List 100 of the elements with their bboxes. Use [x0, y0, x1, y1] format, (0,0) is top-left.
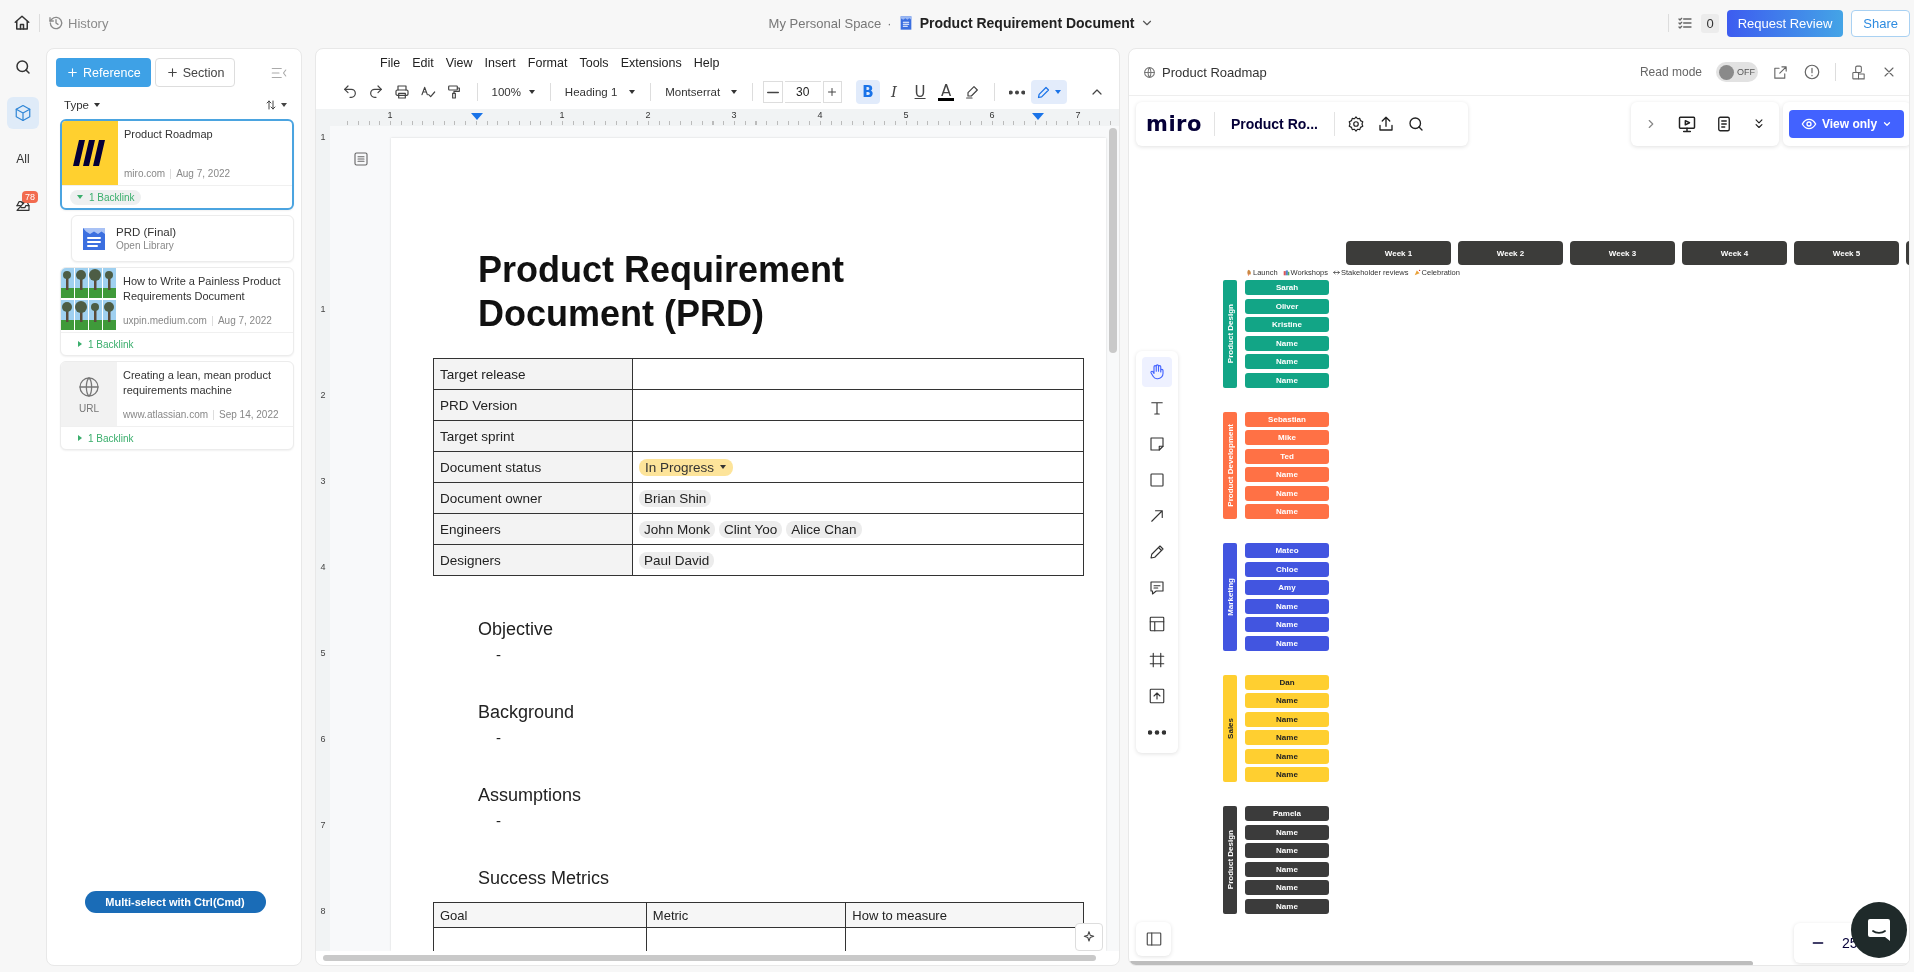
plus-icon — [826, 86, 839, 98]
upload-icon[interactable] — [1377, 115, 1395, 133]
backlink-card[interactable]: PRD (Final) Open Library — [71, 215, 294, 262]
name-tag: Amy — [1245, 580, 1329, 595]
spellcheck-icon — [420, 84, 437, 100]
menu-item[interactable]: Tools — [573, 54, 615, 72]
increase-size-button[interactable] — [822, 81, 843, 103]
add-section-button[interactable]: Section — [154, 58, 236, 87]
person-chip[interactable]: Clint Yoo — [719, 520, 783, 538]
ai-assist-button[interactable] — [1075, 923, 1103, 951]
home-icon[interactable] — [13, 14, 31, 32]
upload-icon — [1148, 687, 1166, 705]
section-heading: Assumptions — [478, 784, 583, 807]
backlink-title: PRD (Final) — [116, 226, 177, 238]
breadcrumb-link[interactable]: My Personal Space — [768, 15, 882, 31]
ruler-number: 7 — [320, 820, 326, 830]
type-filter[interactable]: Type — [64, 99, 101, 111]
decrease-size-button[interactable] — [763, 81, 783, 103]
highlight-icon — [964, 84, 981, 100]
name-tag: Name — [1245, 372, 1329, 388]
name-tag: Sarah — [1245, 280, 1329, 295]
name-tag: Name — [1245, 504, 1329, 519]
layers-icon[interactable] — [1850, 63, 1867, 81]
text-color-button[interactable]: A — [934, 80, 959, 104]
bold-button[interactable]: B — [855, 80, 880, 104]
zoom-dropdown[interactable]: 100% — [487, 80, 540, 104]
reference-date: Aug 7, 2022 — [176, 168, 231, 179]
menu-item[interactable]: Insert — [478, 54, 522, 72]
indent-marker-icon[interactable] — [1032, 113, 1044, 121]
font-dropdown[interactable]: Montserrat — [661, 80, 743, 104]
request-review-button[interactable]: Request Review — [1726, 9, 1844, 37]
reference-card[interactable]: How to Write a Painless Product Requirements Document uxpin.medium.com Aug 7, 2022 1 Backlink — [60, 267, 294, 356]
person-chip[interactable]: Paul David — [639, 551, 715, 569]
document-heading: Product Requirement Document (PRD) — [478, 248, 846, 336]
multi-select-button[interactable]: Multi-select with Ctrl(Cmd) — [84, 891, 266, 913]
ruler-number: 6 — [320, 734, 326, 744]
sort-button[interactable] — [265, 99, 288, 111]
all-filter-button[interactable]: All — [7, 143, 39, 175]
view-only-button[interactable]: View only — [1789, 110, 1904, 138]
task-count: 0 — [1701, 13, 1719, 33]
font-size-field[interactable]: 30 — [784, 81, 821, 103]
chat-icon — [1865, 916, 1893, 944]
reference-date: Sep 14, 2022 — [219, 409, 279, 420]
person-chip[interactable]: Brian Shin — [639, 489, 712, 507]
side-panel-icon[interactable] — [1144, 930, 1163, 948]
ruler-number: 2 — [644, 109, 652, 121]
menu-item[interactable]: Help — [687, 54, 726, 72]
eye-icon — [1800, 116, 1817, 132]
name-tag: Name — [1245, 730, 1329, 745]
person-chip[interactable]: Alice Chan — [786, 520, 862, 538]
breadcrumb-separator: · — [887, 15, 892, 31]
settings-icon[interactable] — [1347, 115, 1365, 133]
status-chip[interactable]: In Progress — [639, 458, 734, 476]
reference-card[interactable]: URL Creating a lean, mean product requirements machine www.atlassian.com Sep 14, 2022 1 Backlink — [60, 361, 294, 450]
menu-item[interactable]: File — [374, 54, 407, 72]
backlink-source: Open Library — [116, 240, 175, 251]
menu-item[interactable]: View — [439, 54, 479, 72]
share-button[interactable]: Share — [1851, 9, 1910, 37]
search-icon[interactable] — [1407, 115, 1425, 133]
menu-item[interactable]: Edit — [406, 54, 440, 72]
style-dropdown[interactable]: Heading 1 — [560, 80, 641, 104]
underline-button[interactable]: U — [908, 80, 933, 104]
caret-icon — [92, 101, 101, 109]
panel-title: Product Roadmap — [1162, 64, 1267, 80]
checklist-icon[interactable] — [1677, 15, 1694, 31]
caret-icon — [76, 193, 84, 201]
caret-icon — [628, 88, 637, 96]
name-tag: Name — [1245, 485, 1329, 501]
paint-format-icon — [446, 84, 463, 100]
column-header: Goal — [433, 902, 647, 928]
library-button[interactable] — [7, 97, 39, 129]
external-link-icon[interactable] — [1772, 63, 1789, 81]
more-icon — [1009, 89, 1026, 95]
group-label: Product Design — [1223, 280, 1237, 388]
name-tag: Dan — [1245, 674, 1329, 690]
alert-icon[interactable] — [1803, 63, 1821, 81]
bullet-text: - — [496, 728, 502, 748]
bullet-text: - — [496, 811, 502, 831]
presentation-icon[interactable] — [1676, 114, 1697, 134]
ruler-number: 8 — [320, 906, 326, 916]
menu-item[interactable]: Extensions — [614, 54, 688, 72]
ruler-number: 3 — [320, 476, 326, 486]
person-chip[interactable]: John Monk — [639, 520, 716, 538]
print-icon — [394, 84, 411, 100]
caret-icon — [280, 101, 288, 109]
outline-icon[interactable] — [351, 150, 370, 168]
reference-title: Creating a lean, mean product requirements machine — [123, 368, 272, 398]
reference-card[interactable]: Product Roadmap miro.com Aug 7, 2022 1 Backlink — [60, 119, 294, 210]
editing-mode-button[interactable] — [1031, 80, 1068, 104]
menu-item[interactable]: Format — [521, 54, 574, 72]
ruler-number: 1 — [320, 132, 326, 142]
name-tag: Name — [1245, 824, 1329, 840]
column-header: How to measure — [845, 902, 1084, 928]
document-title: Product Requirement Document — [919, 15, 1135, 31]
indent-marker-icon[interactable] — [471, 113, 483, 121]
ruler-number: 2 — [320, 390, 326, 400]
ruler-number: 4 — [816, 109, 824, 121]
italic-button[interactable]: I — [881, 80, 906, 104]
read-mode-toggle[interactable]: OFF — [1716, 62, 1758, 82]
name-tag: Name — [1245, 861, 1329, 877]
